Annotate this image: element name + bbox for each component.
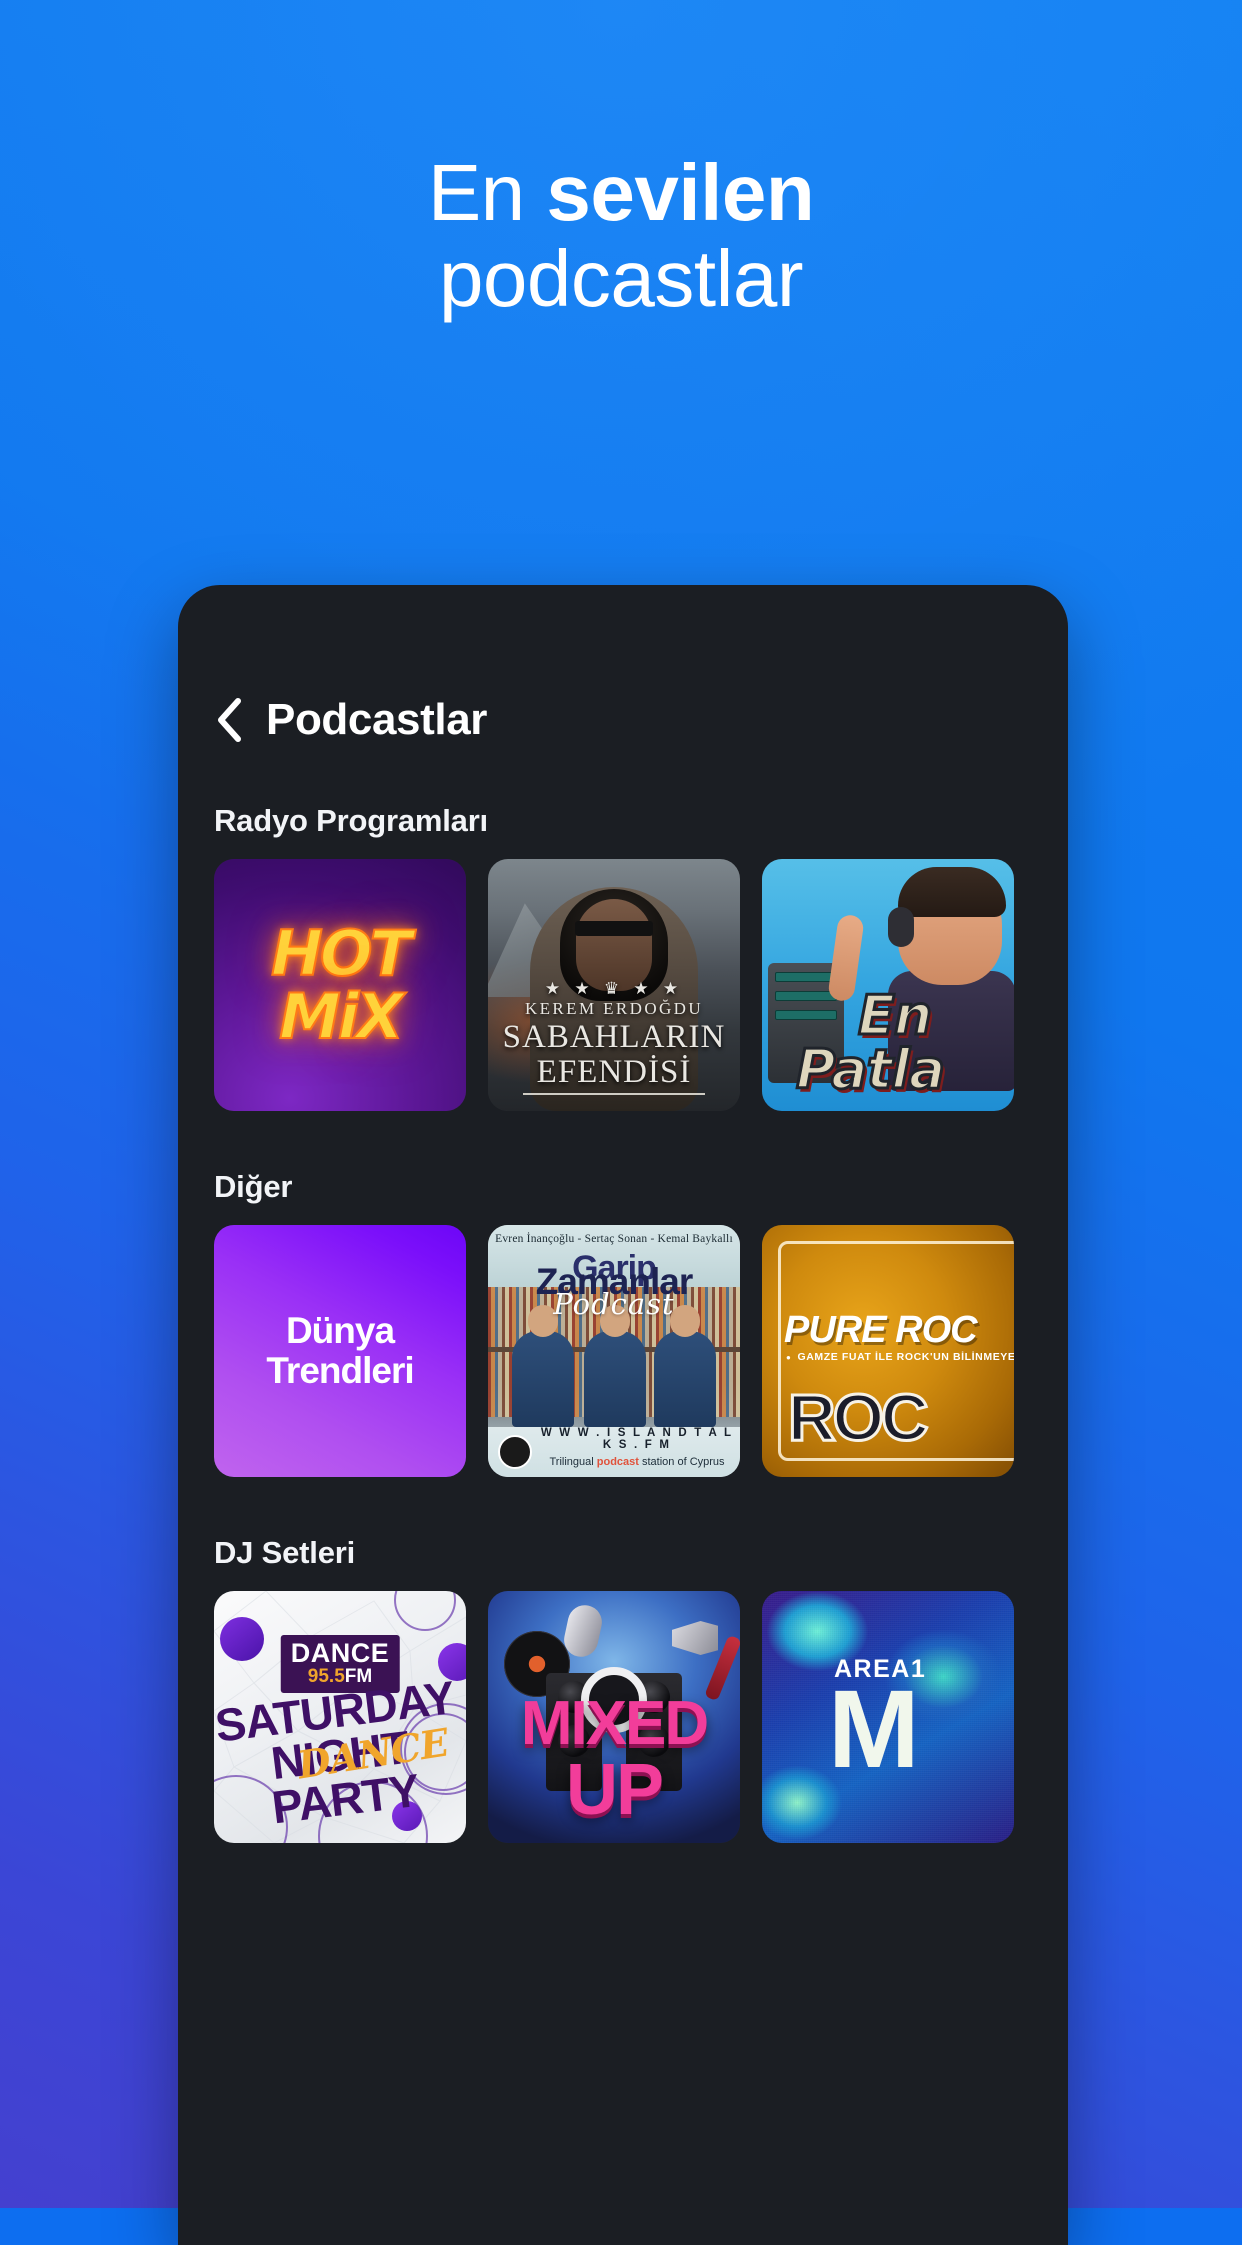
host-name: KEREM ERDOĞDU: [524, 999, 704, 1019]
section-radyo-programlari: Radyo Programları HOT MiX ★ ★ ♛ ★ ★ KERE…: [178, 803, 1068, 1111]
tile-row[interactable]: DANCE 95.5FM SATURDAY NIGHT PARTY DANCE: [178, 1591, 1068, 1843]
headphones-icon: [888, 907, 914, 947]
area10-line-2: M: [828, 1668, 920, 1791]
dunya-line-2: Trendleri: [266, 1350, 414, 1391]
section-diger: Diğer Dünya Trendleri Evren İnançoğlu - …: [178, 1169, 1068, 1477]
tagline-before: Trilingual: [549, 1456, 597, 1468]
tile-dunya-trendleri[interactable]: Dünya Trendleri: [214, 1225, 466, 1477]
promo-headline: En sevilen podcastlar: [0, 150, 1242, 321]
en-patlayan-artwork: En Patla: [762, 859, 1014, 1111]
sabahlarin-text: ★ ★ ♛ ★ ★ KEREM ERDOĞDU SABAHLARIN EFEND…: [488, 980, 740, 1095]
section-title: Diğer: [214, 1169, 293, 1204]
headline-bold-text: sevilen: [546, 148, 815, 237]
blindfold-shape: [575, 921, 653, 936]
show-title-line-1: SABAHLARIN: [502, 1019, 726, 1056]
people-shapes: [488, 1305, 740, 1427]
logo-line-1: DANCE: [290, 1638, 390, 1668]
page-title: Podcastlar: [266, 695, 487, 744]
en-patlayan-line-2: Patla: [794, 1037, 946, 1103]
tile-row[interactable]: Dünya Trendleri Evren İnançoğlu - Sertaç…: [178, 1225, 1068, 1477]
area10-artwork: AREA1 M: [762, 1591, 1014, 1843]
mixed-up-line-2: UP: [565, 1750, 664, 1830]
saturday-night-artwork: DANCE 95.5FM SATURDAY NIGHT PARTY DANCE: [214, 1591, 466, 1843]
phone-screen-card: Podcastlar Radyo Programları HOT MiX ★ ★…: [178, 585, 1068, 2245]
tile-en-patlayan[interactable]: En Patla: [762, 859, 1014, 1111]
chevron-left-icon[interactable]: [214, 697, 244, 743]
tagline-after: station of Cyprus: [638, 1456, 725, 1468]
tile-saturday-night-dance-party[interactable]: DANCE 95.5FM SATURDAY NIGHT PARTY DANCE: [214, 1591, 466, 1843]
headline-regular-text: En: [427, 148, 547, 237]
island-talks-logo-icon: [498, 1435, 532, 1469]
pure-rock-artwork: PURE ROC GAMZE FUAT İLE ROCK'UN BİLİNMEY…: [762, 1225, 1014, 1477]
tile-row[interactable]: HOT MiX ★ ★ ♛ ★ ★ KEREM ERDOĞDU SABAHLAR…: [178, 859, 1068, 1111]
tile-mixed-up[interactable]: MIXED UP: [488, 1591, 740, 1843]
tile-sabahlarin-efendisi[interactable]: ★ ★ ♛ ★ ★ KEREM ERDOĞDU SABAHLARIN EFEND…: [488, 859, 740, 1111]
dunya-trendleri-text: Dünya Trendleri: [214, 1225, 466, 1477]
decor-dot: [220, 1617, 264, 1661]
hot-mix-line-2: MiX: [278, 979, 405, 1054]
host-names: Evren İnançoğlu - Sertaç Sonan - Kemal B…: [495, 1233, 733, 1245]
face-shape: [576, 899, 652, 991]
mixed-up-artwork: MIXED UP: [488, 1591, 740, 1843]
tile-pure-rock[interactable]: PURE ROC GAMZE FUAT İLE ROCK'UN BİLİNMEY…: [762, 1225, 1014, 1477]
pure-rock-subtitle: GAMZE FUAT İLE ROCK'UN BİLİNMEYEN: [786, 1351, 1014, 1363]
app-header: Podcastlar: [178, 585, 1068, 745]
tagline: Trilingual podcast station of Cyprus: [540, 1456, 734, 1468]
tile-area10[interactable]: AREA1 M: [762, 1591, 1014, 1843]
website-url: W W W . I S L A N D T A L K S . F M: [540, 1427, 734, 1451]
garip-zamanlar-artwork: Evren İnançoğlu - Sertaç Sonan - Kemal B…: [488, 1225, 740, 1477]
hot-mix-text: HOT MiX: [214, 859, 466, 1111]
tile-hot-mix[interactable]: HOT MiX: [214, 859, 466, 1111]
pure-rock-title: PURE ROC: [784, 1309, 978, 1351]
pure-rock-big-text: ROC: [787, 1379, 931, 1456]
garip-subtitle: Podcast: [553, 1287, 675, 1321]
dunya-line-1: Dünya: [285, 1310, 395, 1352]
headline-line-2: podcastlar: [438, 233, 804, 323]
megaphone-icon: [672, 1621, 718, 1655]
show-title-line-2: EFENDİSİ: [536, 1053, 692, 1090]
tagline-accent: podcast: [596, 1456, 639, 1468]
tile-garip-zamanlar[interactable]: Evren İnançoğlu - Sertaç Sonan - Kemal B…: [488, 1225, 740, 1477]
divider: [523, 1093, 705, 1095]
section-title: Radyo Programları: [214, 803, 488, 838]
section-dj-setleri: DJ Setleri DANCE 95.5FM SATURDAY NIGHT P…: [178, 1535, 1068, 1843]
section-title: DJ Setleri: [214, 1535, 356, 1570]
crown-icon: ★ ★ ♛ ★ ★: [544, 979, 684, 999]
microphone-icon: [560, 1602, 606, 1660]
hair-shape: [898, 867, 1007, 917]
headline-line-1: En sevilen: [0, 150, 1242, 236]
